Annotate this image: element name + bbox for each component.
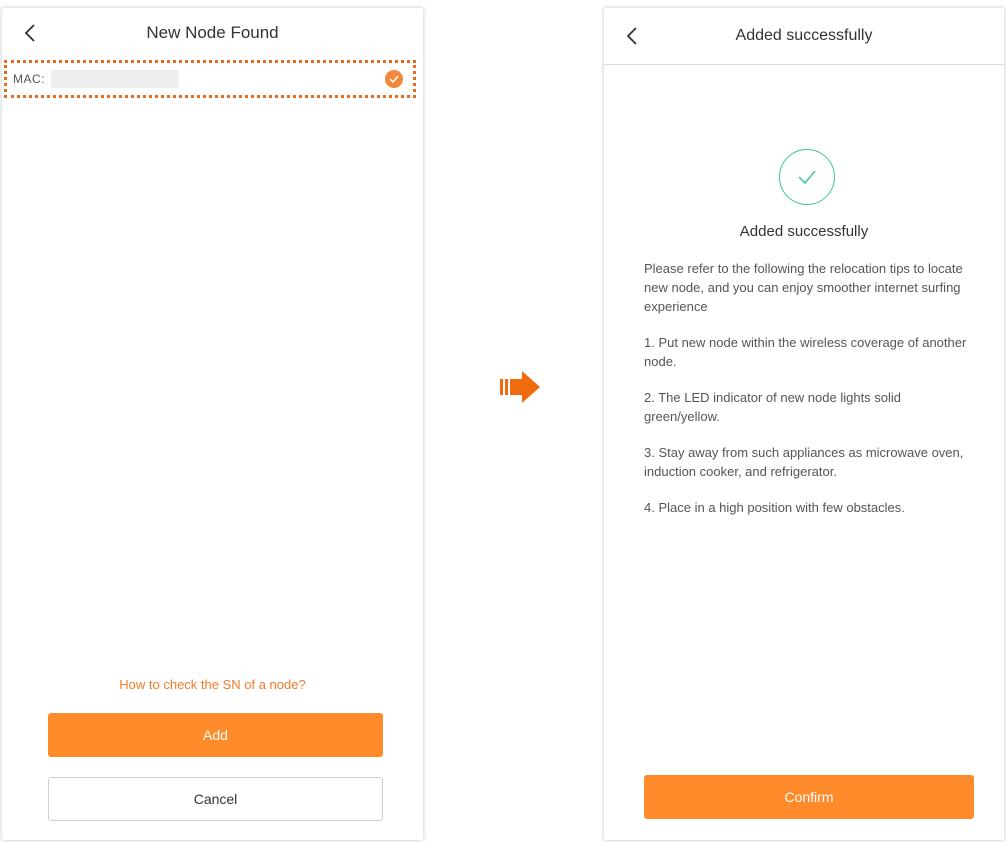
tip-item: 4. Place in a high position with few obs… — [644, 500, 905, 515]
success-heading: Added successfully — [739, 223, 869, 240]
arrow-right-icon — [500, 370, 542, 409]
tip-item: 2. The LED indicator of new node lights … — [644, 390, 902, 424]
mac-label: MAC: — [13, 72, 45, 86]
tip-item: 3. Stay away from such appliances as mic… — [644, 445, 964, 479]
new-node-header: New Node Found — [2, 8, 423, 58]
cancel-button[interactable]: Cancel — [48, 777, 383, 821]
page-title: New Node Found — [146, 23, 279, 42]
check-icon[interactable] — [385, 70, 403, 88]
added-header: Added successfully — [604, 8, 1004, 65]
check-sn-help-link[interactable]: How to check the SN of a node? — [2, 677, 423, 692]
new-node-screen: New Node Found MAC: How to check the SN … — [2, 8, 423, 840]
add-button[interactable]: Add — [48, 713, 383, 757]
tip-item: 1. Put new node within the wireless cove… — [644, 335, 967, 369]
relocation-tips: Please refer to the following the reloca… — [644, 259, 974, 534]
tips-intro: Please refer to the following the reloca… — [644, 261, 963, 314]
mac-value-redacted — [51, 70, 179, 88]
confirm-button[interactable]: Confirm — [644, 775, 974, 819]
page-title: Added successfully — [735, 27, 873, 44]
added-successfully-screen: Added successfully Added successfully Pl… — [604, 8, 1004, 840]
success-check-icon — [779, 149, 835, 205]
node-list-item[interactable]: MAC: — [4, 60, 416, 98]
